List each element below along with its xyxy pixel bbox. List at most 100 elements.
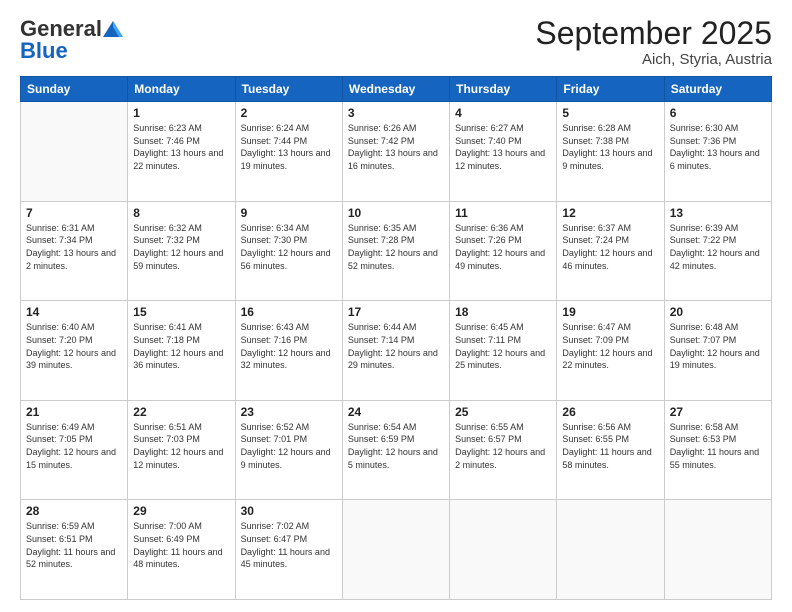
day-info: Sunrise: 6:59 AMSunset: 6:51 PMDaylight:… xyxy=(26,520,122,570)
page-title: September 2025 xyxy=(535,16,772,51)
calendar-cell: 16Sunrise: 6:43 AMSunset: 7:16 PMDayligh… xyxy=(235,301,342,401)
calendar-cell: 18Sunrise: 6:45 AMSunset: 7:11 PMDayligh… xyxy=(450,301,557,401)
day-info: Sunrise: 6:32 AMSunset: 7:32 PMDaylight:… xyxy=(133,222,229,272)
col-friday: Friday xyxy=(557,77,664,102)
day-number: 23 xyxy=(241,405,337,419)
daylight-text: Daylight: 13 hours and 22 minutes. xyxy=(133,147,229,172)
col-thursday: Thursday xyxy=(450,77,557,102)
sunrise-text: Sunrise: 6:52 AM xyxy=(241,421,337,434)
daylight-text: Daylight: 13 hours and 9 minutes. xyxy=(562,147,658,172)
daylight-text: Daylight: 12 hours and 12 minutes. xyxy=(133,446,229,471)
day-number: 2 xyxy=(241,106,337,120)
sunset-text: Sunset: 7:28 PM xyxy=(348,234,444,247)
sunset-text: Sunset: 7:20 PM xyxy=(26,334,122,347)
calendar-week-3: 21 Sunrise: 6:49 AMSunset: 7:05 PMDayligh… xyxy=(21,400,772,500)
day-info: Sunrise: 6:28 AMSunset: 7:38 PMDaylight:… xyxy=(562,122,658,172)
sunrise-text: Sunrise: 6:56 AM xyxy=(562,421,658,434)
sunset-text: Sunset: 7:42 PM xyxy=(348,135,444,148)
day-number: 25 xyxy=(455,405,551,419)
daylight-text: Daylight: 12 hours and 46 minutes. xyxy=(562,247,658,272)
calendar-cell: 10 Sunrise: 6:35 AMSunset: 7:28 PMDayligh… xyxy=(342,201,449,301)
day-info: Sunrise: 6:39 AMSunset: 7:22 PMDaylight:… xyxy=(670,222,766,272)
daylight-text: Daylight: 13 hours and 16 minutes. xyxy=(348,147,444,172)
day-number: 18 xyxy=(455,305,551,319)
calendar-cell: 26Sunrise: 6:56 AMSunset: 6:55 PMDayligh… xyxy=(557,400,664,500)
page: General Blue September 2025 Aich, Styria… xyxy=(0,0,792,612)
calendar-cell: 15Sunrise: 6:41 AMSunset: 7:18 PMDayligh… xyxy=(128,301,235,401)
sunset-text: Sunset: 7:24 PM xyxy=(562,234,658,247)
calendar-cell: 8Sunrise: 6:32 AMSunset: 7:32 PMDaylight… xyxy=(128,201,235,301)
sunrise-text: Sunrise: 6:23 AM xyxy=(133,122,229,135)
calendar-cell: 6Sunrise: 6:30 AMSunset: 7:36 PMDaylight… xyxy=(664,102,771,202)
day-number: 11 xyxy=(455,206,551,220)
daylight-text: Daylight: 12 hours and 52 minutes. xyxy=(348,247,444,272)
sunrise-text: Sunrise: 6:34 AM xyxy=(241,222,337,235)
sunset-text: Sunset: 6:59 PM xyxy=(348,433,444,446)
calendar-cell: 5Sunrise: 6:28 AMSunset: 7:38 PMDaylight… xyxy=(557,102,664,202)
daylight-text: Daylight: 12 hours and 49 minutes. xyxy=(455,247,551,272)
calendar-cell: 9Sunrise: 6:34 AMSunset: 7:30 PMDaylight… xyxy=(235,201,342,301)
day-number: 21 xyxy=(26,405,122,419)
sunrise-text: Sunrise: 7:02 AM xyxy=(241,520,337,533)
calendar-cell: 12 Sunrise: 6:37 AMSunset: 7:24 PMDayligh… xyxy=(557,201,664,301)
sunrise-text: Sunrise: 6:51 AM xyxy=(133,421,229,434)
day-info: Sunrise: 6:24 AMSunset: 7:44 PMDaylight:… xyxy=(241,122,337,172)
calendar-cell: 17Sunrise: 6:44 AMSunset: 7:14 PMDayligh… xyxy=(342,301,449,401)
logo-blue: Blue xyxy=(20,38,68,64)
sunrise-text: Sunrise: 6:48 AM xyxy=(670,321,766,334)
day-info: Sunrise: 6:37 AMSunset: 7:24 PMDaylight:… xyxy=(562,222,658,272)
day-info: Sunrise: 6:40 AMSunset: 7:20 PMDaylight:… xyxy=(26,321,122,371)
calendar-cell: 20Sunrise: 6:48 AMSunset: 7:07 PMDayligh… xyxy=(664,301,771,401)
day-number: 10 xyxy=(348,206,444,220)
calendar-cell xyxy=(21,102,128,202)
calendar-cell xyxy=(450,500,557,600)
page-subtitle: Aich, Styria, Austria xyxy=(535,51,772,68)
calendar-cell xyxy=(557,500,664,600)
sunset-text: Sunset: 7:30 PM xyxy=(241,234,337,247)
daylight-text: Daylight: 12 hours and 2 minutes. xyxy=(455,446,551,471)
calendar-cell: 19Sunrise: 6:47 AMSunset: 7:09 PMDayligh… xyxy=(557,301,664,401)
day-info: Sunrise: 6:35 AMSunset: 7:28 PMDaylight:… xyxy=(348,222,444,272)
daylight-text: Daylight: 11 hours and 55 minutes. xyxy=(670,446,766,471)
col-tuesday: Tuesday xyxy=(235,77,342,102)
sunset-text: Sunset: 7:32 PM xyxy=(133,234,229,247)
sunset-text: Sunset: 7:01 PM xyxy=(241,433,337,446)
calendar-cell xyxy=(342,500,449,600)
daylight-text: Daylight: 11 hours and 48 minutes. xyxy=(133,546,229,571)
day-number: 1 xyxy=(133,106,229,120)
calendar-cell xyxy=(664,500,771,600)
day-number: 9 xyxy=(241,206,337,220)
day-number: 30 xyxy=(241,504,337,518)
calendar-cell: 11 Sunrise: 6:36 AMSunset: 7:26 PMDayligh… xyxy=(450,201,557,301)
daylight-text: Daylight: 13 hours and 19 minutes. xyxy=(241,147,337,172)
day-number: 17 xyxy=(348,305,444,319)
day-number: 12 xyxy=(562,206,658,220)
daylight-text: Daylight: 11 hours and 52 minutes. xyxy=(26,546,122,571)
day-number: 14 xyxy=(26,305,122,319)
day-number: 24 xyxy=(348,405,444,419)
sunrise-text: Sunrise: 6:36 AM xyxy=(455,222,551,235)
calendar-cell: 28Sunrise: 6:59 AMSunset: 6:51 PMDayligh… xyxy=(21,500,128,600)
calendar-cell: 30 Sunrise: 7:02 AMSunset: 6:47 PMDayligh… xyxy=(235,500,342,600)
sunset-text: Sunset: 6:57 PM xyxy=(455,433,551,446)
day-number: 7 xyxy=(26,206,122,220)
sunrise-text: Sunrise: 6:49 AM xyxy=(26,421,122,434)
day-info: Sunrise: 6:49 AMSunset: 7:05 PMDaylight:… xyxy=(26,421,122,471)
calendar-week-2: 14 Sunrise: 6:40 AMSunset: 7:20 PMDayligh… xyxy=(21,301,772,401)
sunset-text: Sunset: 7:40 PM xyxy=(455,135,551,148)
day-info: Sunrise: 6:55 AMSunset: 6:57 PMDaylight:… xyxy=(455,421,551,471)
calendar-cell: 24Sunrise: 6:54 AMSunset: 6:59 PMDayligh… xyxy=(342,400,449,500)
sunset-text: Sunset: 7:11 PM xyxy=(455,334,551,347)
sunset-text: Sunset: 7:16 PM xyxy=(241,334,337,347)
logo-icon xyxy=(103,21,123,37)
day-info: Sunrise: 7:02 AMSunset: 6:47 PMDaylight:… xyxy=(241,520,337,570)
sunrise-text: Sunrise: 6:47 AM xyxy=(562,321,658,334)
daylight-text: Daylight: 12 hours and 36 minutes. xyxy=(133,347,229,372)
day-info: Sunrise: 6:36 AMSunset: 7:26 PMDaylight:… xyxy=(455,222,551,272)
sunrise-text: Sunrise: 6:44 AM xyxy=(348,321,444,334)
sunrise-text: Sunrise: 6:24 AM xyxy=(241,122,337,135)
day-number: 16 xyxy=(241,305,337,319)
calendar-cell: 23Sunrise: 6:52 AMSunset: 7:01 PMDayligh… xyxy=(235,400,342,500)
sunset-text: Sunset: 7:38 PM xyxy=(562,135,658,148)
day-info: Sunrise: 6:56 AMSunset: 6:55 PMDaylight:… xyxy=(562,421,658,471)
